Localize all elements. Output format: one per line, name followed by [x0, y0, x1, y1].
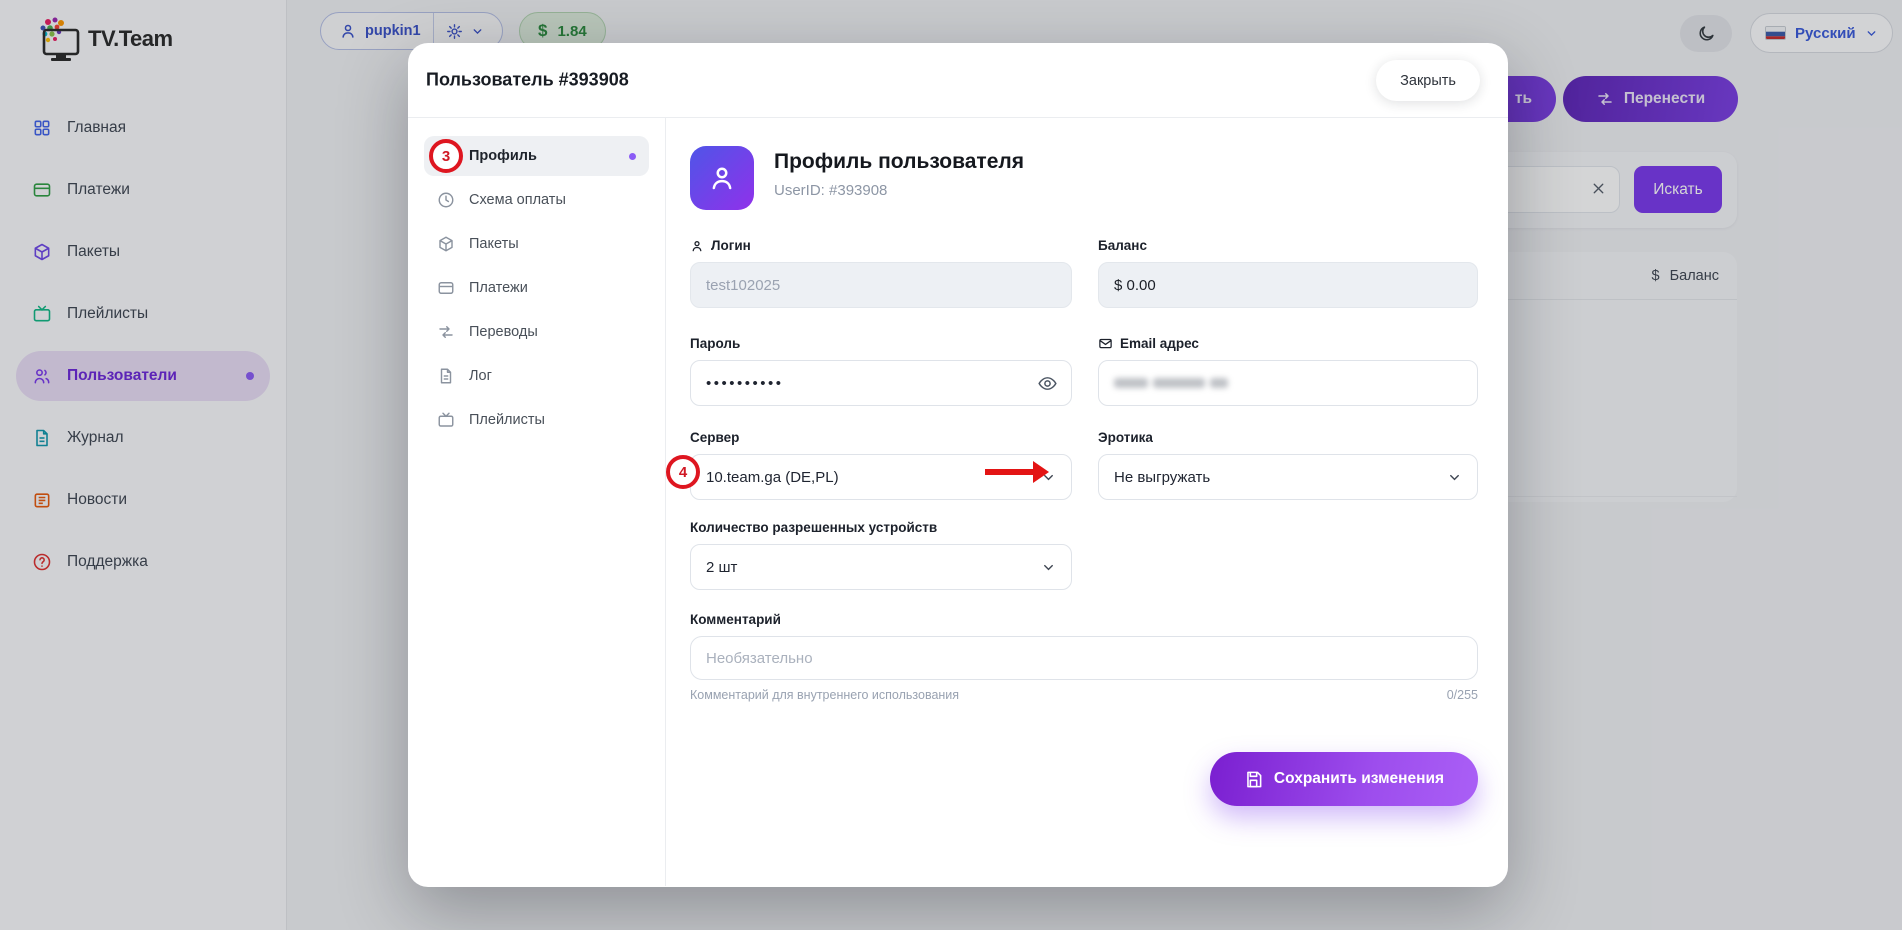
modal-menu: Профиль Схема оплаты Пакеты Платежи — [408, 118, 666, 886]
modal-tab-label: Платежи — [469, 280, 528, 296]
transfer-icon — [437, 323, 455, 341]
modal-tab-label: Пакеты — [469, 236, 519, 252]
login-value: test102025 — [706, 277, 780, 294]
comment-label: Комментарий — [690, 612, 1478, 627]
server-select[interactable]: 10.team.ga (DE,PL) — [690, 454, 1072, 500]
modal-tab-payments[interactable]: Платежи — [424, 268, 649, 308]
save-button-label: Сохранить изменения — [1274, 770, 1444, 788]
profile-heading: Профиль пользователя — [774, 150, 1024, 174]
email-field[interactable] — [1098, 360, 1478, 406]
tv-icon — [437, 411, 455, 429]
document-icon — [437, 367, 455, 385]
modal-tab-label: Переводы — [469, 324, 538, 340]
profile-form: Профиль пользователя UserID: #393908 Лог… — [666, 118, 1508, 886]
chevron-down-icon — [1447, 470, 1462, 485]
password-label: Пароль — [690, 336, 1072, 351]
comment-placeholder: Необязательно — [706, 650, 813, 667]
modal-title: Пользователь #393908 — [426, 70, 629, 91]
modal-header: Пользователь #393908 Закрыть — [408, 43, 1508, 118]
balance-label: Баланс — [1098, 238, 1478, 253]
balance-field[interactable]: $ 0.00 — [1098, 262, 1478, 308]
erotic-select[interactable]: Не выгружать — [1098, 454, 1478, 500]
comment-char-counter: 0/255 — [1447, 688, 1478, 702]
close-button-label: Закрыть — [1400, 73, 1456, 89]
erotic-value: Не выгружать — [1114, 469, 1210, 486]
annotation-arrow-head — [1033, 461, 1049, 483]
package-icon — [437, 235, 455, 253]
avatar — [690, 146, 754, 210]
modal-tab-transfers[interactable]: Переводы — [424, 312, 649, 352]
modal-tab-label: Схема оплаты — [469, 192, 566, 208]
profile-header: Профиль пользователя UserID: #393908 — [690, 146, 1024, 210]
clock-icon — [437, 191, 455, 209]
card-icon — [437, 279, 455, 297]
annotation-step-3-badge: 3 — [429, 139, 463, 173]
user-edit-modal: Пользователь #393908 Закрыть Профиль Схе… — [408, 43, 1508, 887]
chevron-down-icon — [1041, 560, 1056, 575]
email-label: Email адрес — [1098, 336, 1478, 351]
modal-tab-playlists[interactable]: Плейлисты — [424, 400, 649, 440]
devices-select[interactable]: 2 шт — [690, 544, 1072, 590]
user-icon — [690, 239, 704, 253]
comment-helper-text: Комментарий для внутреннего использовани… — [690, 688, 959, 702]
password-field[interactable]: •••••••••• — [690, 360, 1072, 406]
devices-value: 2 шт — [706, 559, 737, 576]
envelope-icon — [1098, 336, 1113, 351]
comment-meta: Комментарий для внутреннего использовани… — [690, 688, 1478, 702]
server-value: 10.team.ga (DE,PL) — [706, 469, 839, 486]
close-button[interactable]: Закрыть — [1376, 60, 1480, 101]
modal-tab-packages[interactable]: Пакеты — [424, 224, 649, 264]
password-value: •••••••••• — [706, 375, 784, 392]
eye-icon[interactable] — [1037, 373, 1058, 394]
save-button[interactable]: Сохранить изменения — [1210, 752, 1478, 806]
server-label: Сервер — [690, 430, 1072, 445]
modal-tab-label: Профиль — [469, 148, 537, 164]
modal-tab-label: Лог — [469, 368, 492, 384]
login-label: Логин — [690, 238, 1072, 253]
modal-tab-payment-scheme[interactable]: Схема оплаты — [424, 180, 649, 220]
login-field[interactable]: test102025 — [690, 262, 1072, 308]
comment-field[interactable]: Необязательно — [690, 636, 1478, 680]
user-id: UserID: #393908 — [774, 182, 1024, 199]
erotic-label: Эротика — [1098, 430, 1478, 445]
annotation-step-4-badge: 4 — [666, 455, 700, 489]
devices-label: Количество разрешенных устройств — [690, 520, 1072, 535]
email-redacted-blur — [1114, 378, 1228, 388]
modal-tab-log[interactable]: Лог — [424, 356, 649, 396]
balance-value: $ 0.00 — [1114, 277, 1156, 294]
active-dot — [629, 153, 636, 160]
annotation-arrow — [985, 469, 1035, 475]
floppy-icon — [1244, 770, 1263, 789]
modal-tab-label: Плейлисты — [469, 412, 545, 428]
